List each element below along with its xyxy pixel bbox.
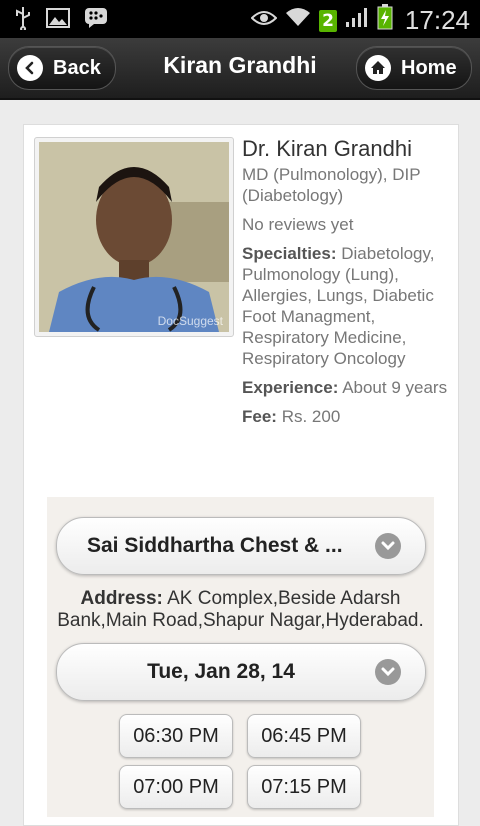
fee-value: Rs. 200 [281, 407, 341, 426]
sim-badge: 2 [319, 9, 337, 32]
home-button[interactable]: Home [356, 46, 472, 90]
battery-charging-icon [377, 4, 393, 37]
experience-value: About 9 years [342, 378, 448, 397]
status-bar: 2 17:24 [0, 0, 480, 38]
usb-icon [14, 6, 32, 37]
home-icon [365, 55, 391, 81]
time-slot-button[interactable]: 07:00 PM [119, 765, 233, 809]
image-icon [46, 8, 70, 35]
time-slot-button[interactable]: 07:15 PM [247, 765, 361, 809]
clinic-select-value: Sai Siddhartha Chest & ... [87, 534, 343, 557]
bbm-icon [84, 7, 108, 36]
clinic-address: Address: AK Complex,Beside Adarsh Bank,M… [47, 588, 434, 632]
wifi-icon [285, 6, 311, 35]
doctor-info: Dr. Kiran Grandhi MD (Pulmonology), DIP … [242, 136, 452, 435]
doctor-specialties: Specialties: Diabetology, Pulmonology (L… [242, 243, 452, 369]
doctor-experience: Experience: About 9 years [242, 377, 452, 398]
fee-label: Fee: [242, 407, 277, 426]
doctor-fee: Fee: Rs. 200 [242, 406, 452, 427]
photo-watermark: DocSuggest [157, 314, 223, 328]
chevron-down-icon [375, 659, 401, 685]
clinic-select[interactable]: Sai Siddhartha Chest & ... [56, 517, 426, 575]
home-label: Home [401, 56, 457, 79]
clock: 17:24 [404, 5, 470, 35]
time-slot-button[interactable]: 06:45 PM [247, 714, 361, 758]
specialties-label: Specialties: [242, 244, 337, 263]
doctor-photo: DocSuggest [34, 137, 234, 337]
doctor-degrees: MD (Pulmonology), DIP (Diabetology) [242, 165, 421, 205]
header-bar: Back Kiran Grandhi Home [0, 38, 480, 100]
address-label: Address: [80, 588, 163, 609]
eye-icon [250, 8, 278, 34]
doctor-name: Dr. Kiran Grandhi [242, 136, 412, 161]
experience-label: Experience: [242, 378, 339, 397]
date-select[interactable]: Tue, Jan 28, 14 [56, 643, 426, 701]
doctor-reviews: No reviews yet [242, 215, 354, 234]
date-select-value: Tue, Jan 28, 14 [147, 660, 295, 683]
signal-icon [345, 6, 369, 35]
time-slot-button[interactable]: 06:30 PM [119, 714, 233, 758]
chevron-down-icon [375, 533, 401, 559]
